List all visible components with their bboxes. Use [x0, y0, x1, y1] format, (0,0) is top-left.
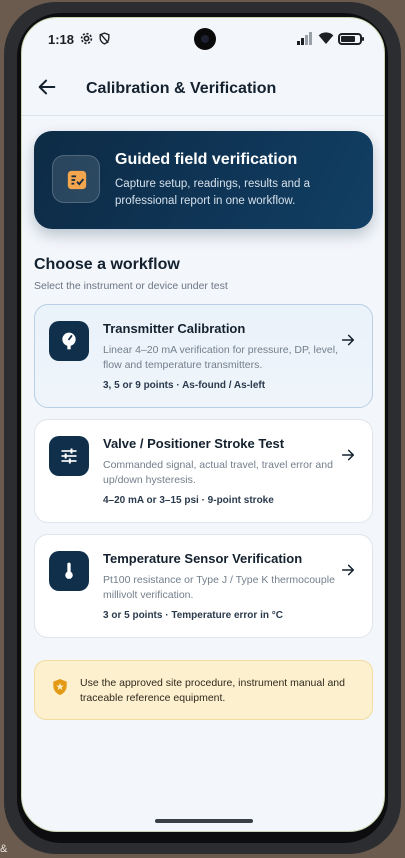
workflow-meta: 3, 5 or 9 points · As-found / As-left — [103, 380, 266, 391]
workflow-title: Transmitter Calibration — [103, 321, 246, 336]
corner-text: & — [0, 843, 8, 855]
notice-text: Use the approved site procedure, instrum… — [80, 677, 345, 704]
gauge-icon — [49, 321, 89, 361]
page-title: Calibration & Verification — [86, 80, 277, 97]
workflow-meta: 3 or 5 points · Temperature error in °C — [103, 610, 283, 621]
hero-title: Guided field verification — [115, 151, 298, 168]
back-arrow-icon[interactable] — [36, 76, 58, 98]
front-camera — [194, 28, 216, 50]
hero-description: Capture setup, readings, results and a p… — [115, 178, 310, 207]
workflow-description: Commanded signal, actual travel, travel … — [103, 459, 333, 486]
home-indicator[interactable] — [155, 819, 253, 823]
workflow-card-transmitter[interactable]: Transmitter Calibration Linear 4–20 mA v… — [34, 304, 373, 408]
cell-signal-icon — [297, 32, 313, 50]
app-bar: Calibration & Verification — [22, 60, 384, 116]
shield-icon — [53, 679, 67, 695]
shield-slash-icon — [98, 32, 111, 45]
workflow-title: Valve / Positioner Stroke Test — [103, 436, 285, 451]
checklist-icon — [52, 155, 100, 203]
section-title: Choose a workflow — [34, 256, 180, 273]
section-subtitle: Select the instrument or device under te… — [34, 280, 228, 292]
workflow-meta: 4–20 mA or 3–15 psi · 9-point stroke — [103, 495, 274, 506]
arrow-right-icon — [340, 447, 356, 463]
sliders-icon — [49, 436, 89, 476]
workflow-card-temperature[interactable]: Temperature Sensor Verification Pt100 re… — [34, 534, 373, 638]
workflow-description: Pt100 resistance or Type J / Type K ther… — [103, 574, 335, 601]
workflow-description: Linear 4–20 mA verification for pressure… — [103, 344, 339, 371]
procedure-notice: Use the approved site procedure, instrum… — [34, 660, 373, 720]
workflow-title: Temperature Sensor Verification — [103, 551, 303, 566]
screen: 1:18 Calibration & Verification Guided f… — [21, 17, 385, 832]
arrow-right-icon — [340, 562, 356, 578]
arrow-right-icon — [340, 332, 356, 348]
battery-icon — [338, 33, 364, 45]
status-bar: 1:18 — [22, 18, 384, 60]
status-time: 1:18 — [48, 32, 75, 47]
settings-gear-icon — [80, 32, 93, 45]
workflow-card-valve[interactable]: Valve / Positioner Stroke Test Commanded… — [34, 419, 373, 523]
wifi-icon — [318, 31, 334, 50]
thermometer-icon — [49, 551, 89, 591]
hero-banner: Guided field verification Capture setup,… — [34, 131, 373, 229]
